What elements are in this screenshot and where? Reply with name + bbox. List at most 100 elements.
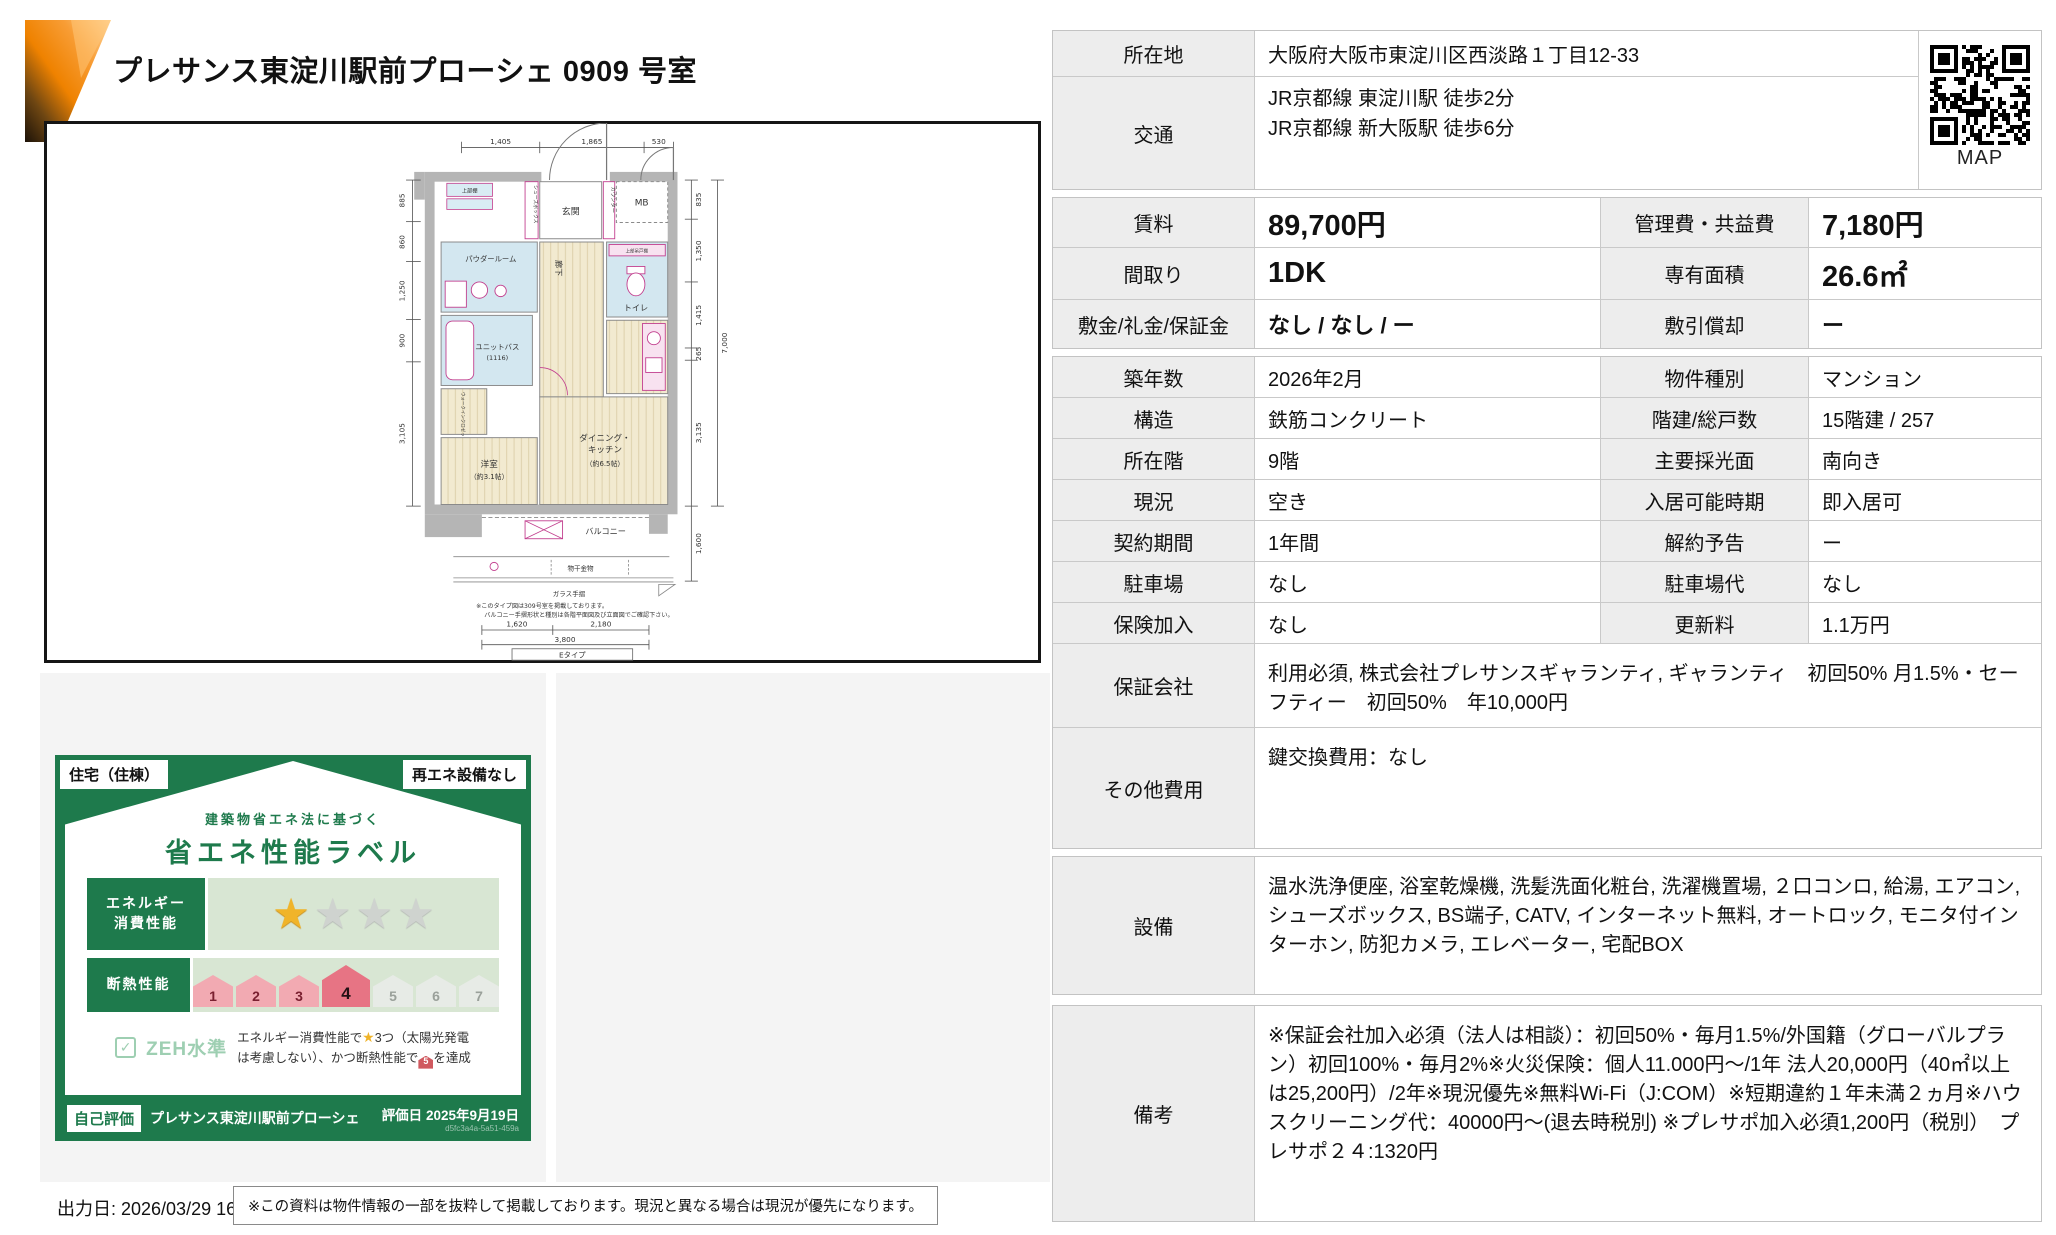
renewable-tag: 再エネ設備なし bbox=[403, 760, 526, 789]
star-rating: ★ ★ ★ ★ bbox=[208, 878, 499, 950]
value-property-type: マンション bbox=[1809, 357, 2041, 398]
self-eval-badge: 自己評価 bbox=[67, 1105, 141, 1132]
disclaimer-box: ※この資料は物件情報の一部を抜粋して掲載しております。現況と異なる場合は現況が優… bbox=[233, 1186, 938, 1225]
value-built: 2026年2月 bbox=[1255, 357, 1601, 398]
svg-text:Eタイプ: Eタイプ bbox=[559, 651, 586, 660]
housing-type-tag: 住宅（住棟） bbox=[60, 760, 168, 789]
energy-label-footer: 自己評価 プレサンス東淀川駅前プローシェ 評価日 2025年9月19日 d5fc… bbox=[55, 1095, 531, 1141]
svg-text:上部棚: 上部棚 bbox=[461, 186, 477, 194]
svg-text:7,000: 7,000 bbox=[720, 332, 729, 353]
value-parking: なし bbox=[1255, 562, 1601, 603]
svg-text:1,865: 1,865 bbox=[581, 137, 602, 146]
label-floors-units: 階建/総戸数 bbox=[1601, 398, 1809, 439]
value-rent: 89,700円 bbox=[1255, 198, 1601, 248]
closet: ウォークインクロゼット bbox=[441, 389, 487, 441]
star-filled-icon: ★ bbox=[272, 893, 310, 935]
svg-text:1,250: 1,250 bbox=[397, 280, 406, 301]
svg-text:ユニットバス: ユニットバス bbox=[475, 343, 519, 352]
label-floor: 所在階 bbox=[1053, 439, 1255, 480]
label-rent: 賃料 bbox=[1053, 198, 1255, 248]
svg-text:カウンター: カウンター bbox=[609, 187, 617, 213]
room-bath: ユニットバス (1116) bbox=[441, 315, 532, 385]
floorplan-drawing: 1,405 1,865 530 MB bbox=[290, 123, 796, 661]
value-insurance: なし bbox=[1255, 603, 1601, 644]
dimension-bottom: 1,620 2,180 3,800 bbox=[481, 620, 648, 650]
label-access: 交通 bbox=[1053, 77, 1255, 189]
room-western: 洋室 （約3.1帖） bbox=[441, 438, 537, 505]
svg-text:2,180: 2,180 bbox=[590, 620, 611, 629]
property-info-table: 所在地 大阪府大阪市東淀川区西淡路１丁目12-33 MAP 交通 JR京都線 東… bbox=[1052, 30, 2042, 1222]
room-entrance: 玄関 bbox=[539, 182, 601, 239]
right-gray-panel bbox=[556, 673, 1050, 1182]
svg-text:※このタイプ図は309号室を掲載しております。: ※このタイプ図は309号室を掲載しております。 bbox=[476, 602, 608, 610]
svg-text:シューズボックス: シューズボックス bbox=[532, 185, 539, 224]
room-mb: MB bbox=[616, 182, 667, 223]
svg-text:ダイニング・: ダイニング・ bbox=[579, 432, 630, 444]
left-gray-panel: 住宅（住棟） 再エネ設備なし 建築物省エネ法に基づく 省エネ性能ラベル エネルギ… bbox=[40, 673, 546, 1182]
energy-consumption-row: エネルギー 消費性能 ★ ★ ★ ★ bbox=[87, 878, 499, 950]
label-status: 現況 bbox=[1053, 480, 1255, 521]
energy-label-subtitle: 建築物省エネ法に基づく bbox=[65, 809, 521, 828]
svg-text:1,620: 1,620 bbox=[506, 620, 527, 629]
room-dk: ダイニング・ キッチン （約6.5帖） bbox=[539, 397, 667, 505]
zeh-section: ✓ ZEH水準 エネルギー消費性能で★3つ（太陽光発電 は考慮しない）、かつ断熱… bbox=[65, 1027, 521, 1069]
shoe-box: シューズボックス bbox=[525, 182, 539, 239]
value-move-in: 即入居可 bbox=[1809, 480, 2041, 521]
label-renewal-fee: 更新料 bbox=[1601, 603, 1809, 644]
energy-label-body: 建築物省エネ法に基づく 省エネ性能ラベル エネルギー 消費性能 ★ ★ ★ ★ bbox=[65, 761, 521, 1095]
value-floors-units: 15階建 / 257 bbox=[1809, 398, 2041, 439]
label-insurance: 保険加入 bbox=[1053, 603, 1255, 644]
star-empty-icon: ★ bbox=[397, 893, 435, 935]
svg-text:3,105: 3,105 bbox=[397, 423, 406, 444]
dimension-left: 885 860 1,250 900 3,105 bbox=[397, 180, 420, 506]
insulation-level-4-current: 4 bbox=[322, 965, 370, 1007]
value-access: JR京都線 東淀川駅 徒歩2分 JR京都線 新大阪駅 徒歩6分 bbox=[1255, 77, 1919, 189]
label-parking-fee: 駐車場代 bbox=[1601, 562, 1809, 603]
energy-performance-label: 住宅（住棟） 再エネ設備なし 建築物省エネ法に基づく 省エネ性能ラベル エネルギ… bbox=[55, 755, 531, 1141]
svg-text:860: 860 bbox=[397, 235, 406, 249]
svg-text:バルコニー手摺形状と種別は各階平面図及び立面図でご確認下さい: バルコニー手摺形状と種別は各階平面図及び立面図でご確認下さい。 bbox=[484, 611, 673, 619]
type-label: Eタイプ bbox=[512, 649, 633, 660]
section-location: 所在地 大阪府大阪市東淀川区西淡路１丁目12-33 MAP 交通 JR京都線 東… bbox=[1052, 30, 2042, 190]
label-location: 所在地 bbox=[1053, 31, 1255, 77]
label-property-type: 物件種別 bbox=[1601, 357, 1809, 398]
label-deposit: 敷金/礼金/保証金 bbox=[1053, 300, 1255, 348]
qr-code[interactable] bbox=[1930, 45, 2030, 145]
svg-text:物干金物: 物干金物 bbox=[567, 564, 594, 573]
insulation-label: 断熱性能 bbox=[87, 958, 190, 1012]
page-title: プレサンス東淀川駅前プローシェ 0909 号室 bbox=[113, 48, 697, 90]
svg-text:MB: MB bbox=[634, 198, 648, 208]
insulation-level-7: 7 bbox=[459, 975, 499, 1007]
svg-text:トイレ: トイレ bbox=[623, 302, 647, 312]
mini-house-icon: 5 bbox=[418, 1056, 433, 1069]
zeh-description: エネルギー消費性能で★3つ（太陽光発電 は考慮しない）、かつ断熱性能で5を達成 bbox=[237, 1027, 471, 1069]
value-contract-term: 1年間 bbox=[1255, 521, 1601, 562]
room-toilet: 上部吊戸棚 トイレ bbox=[606, 242, 667, 317]
label-contract-term: 契約期間 bbox=[1053, 521, 1255, 562]
value-facing: 南向き bbox=[1809, 439, 2041, 480]
output-date: 出力日: 2026/03/29 16:19 bbox=[57, 1195, 261, 1221]
map-qr-block[interactable]: MAP bbox=[1919, 31, 2041, 189]
svg-text:(1116): (1116) bbox=[486, 354, 508, 362]
zeh-checkbox-icon: ✓ bbox=[115, 1037, 136, 1058]
svg-text:265: 265 bbox=[694, 346, 703, 360]
svg-text:530: 530 bbox=[651, 137, 665, 146]
label-layout: 間取り bbox=[1053, 248, 1255, 300]
value-structure: 鉄筋コンクリート bbox=[1255, 398, 1601, 439]
value-cancel-notice: ー bbox=[1809, 521, 2041, 562]
svg-text:ガラス手摺: ガラス手摺 bbox=[552, 589, 585, 598]
energy-label-title: 省エネ性能ラベル bbox=[65, 831, 521, 870]
upper-shelf: 上部棚 bbox=[446, 183, 492, 209]
value-status: 空き bbox=[1255, 480, 1601, 521]
kitchen-area bbox=[606, 320, 667, 393]
svg-text:（約3.1帖）: （約3.1帖） bbox=[469, 472, 508, 481]
value-deposit: なし / なし / ー bbox=[1255, 300, 1601, 348]
label-facing: 主要採光面 bbox=[1601, 439, 1809, 480]
svg-text:1,405: 1,405 bbox=[490, 137, 511, 146]
label-cancel-notice: 解約予告 bbox=[1601, 521, 1809, 562]
label-amortization: 敷引償却 bbox=[1601, 300, 1809, 348]
label-facilities: 設備 bbox=[1053, 857, 1255, 994]
label-remarks: 備考 bbox=[1053, 1006, 1255, 1221]
section-rent: 賃料 89,700円 管理費・共益費 7,180円 間取り 1DK 専有面積 2… bbox=[1052, 197, 2042, 349]
label-parking: 駐車場 bbox=[1053, 562, 1255, 603]
